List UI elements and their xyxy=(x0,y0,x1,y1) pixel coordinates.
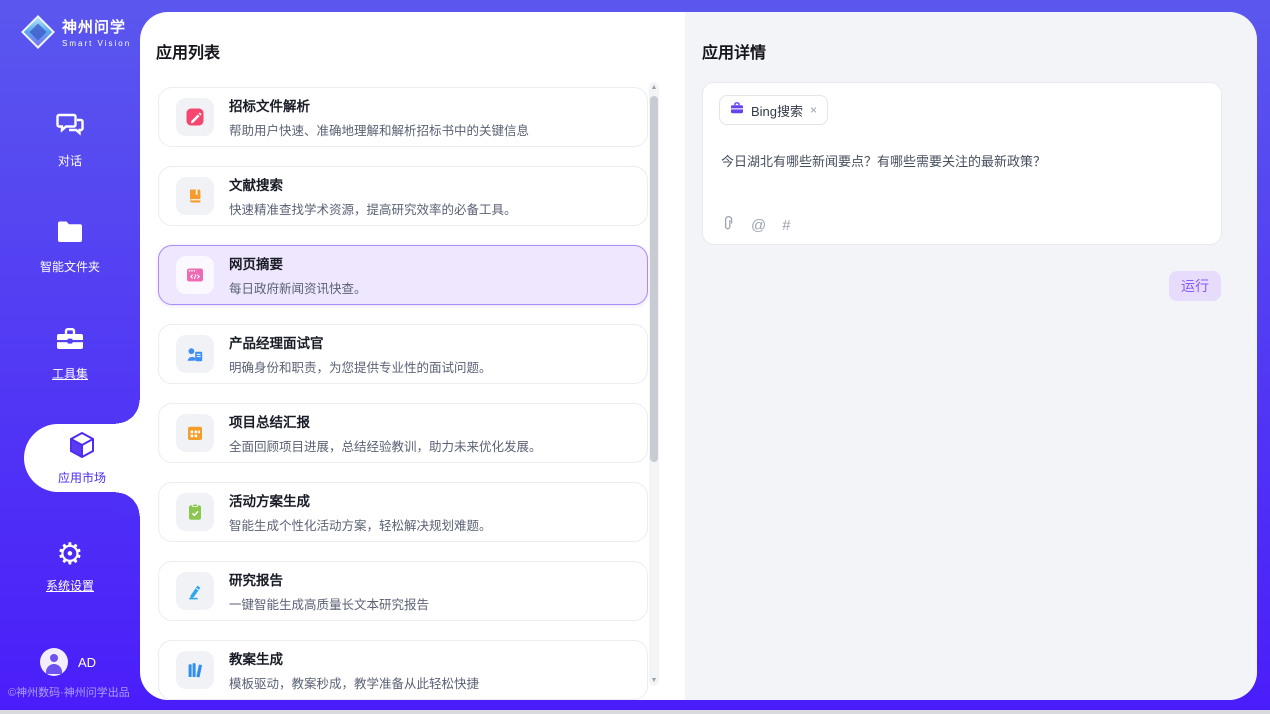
sidebar-item-smart-folder[interactable]: 智能文件夹 xyxy=(0,218,140,275)
query-input[interactable]: 今日湖北有哪些新闻要点？有哪些需要关注的最新政策？ xyxy=(721,151,1201,170)
list-item-selected[interactable]: 网页摘要 每日政府新闻资讯快查。 xyxy=(158,245,648,305)
mention-icon[interactable]: @ xyxy=(751,217,766,234)
app-description: 每日政府新闻资讯快查。 xyxy=(229,278,367,297)
app-title: 招标文件解析 xyxy=(229,95,529,115)
tool-chip-label: Bing搜索 xyxy=(751,101,803,120)
window-bottom-edge xyxy=(0,710,1270,714)
briefcase-icon xyxy=(730,101,744,120)
list-scrollbar[interactable]: ▲ ▼ xyxy=(649,82,659,686)
clipboard-check-icon xyxy=(176,493,214,531)
webpage-code-icon xyxy=(176,256,214,294)
app-description: 模板驱动，教案秒成，教学准备从此轻松快捷 xyxy=(229,673,479,692)
sidebar-item-chat[interactable]: 对话 xyxy=(0,110,140,169)
scroll-down-icon[interactable]: ▼ xyxy=(649,677,659,684)
list-item[interactable]: 活动方案生成 智能生成个性化活动方案，轻松解决规划难题。 xyxy=(158,482,648,542)
bid-document-icon xyxy=(176,98,214,136)
app-title: 项目总结汇报 xyxy=(229,411,542,431)
user-account[interactable]: AD xyxy=(40,648,96,676)
app-title: 产品经理面试官 xyxy=(229,332,492,352)
gear-icon: ⚙ xyxy=(57,540,84,570)
app-detail-panel: 应用详情 Bing搜索 × 今日湖北有哪些新闻要点？有哪些需要关注的最新政策？ xyxy=(685,12,1257,700)
app-window: 神州问学 Smart Vision 对话 智能文件夹 xyxy=(0,0,1270,714)
research-pen-icon xyxy=(176,572,214,610)
app-title: 研究报告 xyxy=(229,569,429,589)
run-button[interactable]: 运行 xyxy=(1169,271,1221,301)
sidebar-item-label: 系统设置 xyxy=(46,577,94,594)
app-description: 一键智能生成高质量长文本研究报告 xyxy=(229,594,429,613)
app-description: 快速精准查找学术资源，提高研究效率的必备工具。 xyxy=(229,199,517,218)
list-item[interactable]: 文献搜索 快速精准查找学术资源，提高研究效率的必备工具。 xyxy=(158,166,648,226)
sidebar-item-label: 应用市场 xyxy=(58,469,106,486)
list-item[interactable]: 产品经理面试官 明确身份和职责，为您提供专业性的面试问题。 xyxy=(158,324,648,384)
sidebar-item-settings[interactable]: ⚙ 系统设置 xyxy=(0,540,140,594)
copyright-footer: ©神州数码·神州问学出品 xyxy=(8,684,130,700)
scrollbar-thumb[interactable] xyxy=(650,96,658,462)
app-description: 帮助用户快速、准确地理解和解析招标书中的关键信息 xyxy=(229,120,529,139)
literature-book-icon xyxy=(176,177,214,215)
sidebar-item-app-market[interactable]: 应用市场 xyxy=(24,424,140,492)
user-initials: AD xyxy=(78,655,96,670)
list-item[interactable]: 研究报告 一键智能生成高质量长文本研究报告 xyxy=(158,561,648,621)
diamond-logo-icon xyxy=(18,12,58,52)
folder-icon xyxy=(54,218,86,251)
interviewer-icon xyxy=(176,335,214,373)
scroll-up-icon[interactable]: ▲ xyxy=(649,84,659,91)
brand-logo: 神州问学 Smart Vision xyxy=(18,12,131,52)
bubble-curve-bottom xyxy=(116,492,140,516)
close-icon[interactable]: × xyxy=(810,103,817,117)
attachment-icon[interactable] xyxy=(721,215,735,236)
content-sheet: 应用列表 招标文件解析 帮助用户快速、准确地理解和解析招标书中的关键信息 xyxy=(140,12,1257,700)
app-title: 文献搜索 xyxy=(229,174,517,194)
app-description: 智能生成个性化活动方案，轻松解决规划难题。 xyxy=(229,515,492,534)
avatar xyxy=(40,648,68,676)
app-description: 明确身份和职责，为您提供专业性的面试问题。 xyxy=(229,357,492,376)
list-item[interactable]: 项目总结汇报 全面回顾项目进展，总结经验教训，助力未来优化发展。 xyxy=(158,403,648,463)
list-item[interactable]: 教案生成 模板驱动，教案秒成，教学准备从此轻松快捷 xyxy=(158,640,648,700)
bubble-curve-top xyxy=(116,400,140,424)
sidebar-item-label: 对话 xyxy=(58,152,82,169)
app-description: 全面回顾项目进展，总结经验教训，助力未来优化发展。 xyxy=(229,436,542,455)
chat-icon xyxy=(54,110,86,145)
list-item[interactable]: 招标文件解析 帮助用户快速、准确地理解和解析招标书中的关键信息 xyxy=(158,87,648,147)
hash-icon[interactable]: # xyxy=(782,217,790,234)
app-list-title: 应用列表 xyxy=(156,39,220,63)
app-title: 网页摘要 xyxy=(229,253,367,273)
calendar-icon xyxy=(176,414,214,452)
sidebar-item-label: 工具集 xyxy=(52,365,88,382)
sidebar-item-toolset[interactable]: 工具集 xyxy=(0,325,140,382)
prompt-card[interactable]: Bing搜索 × 今日湖北有哪些新闻要点？有哪些需要关注的最新政策？ @ # xyxy=(702,82,1222,245)
app-title: 教案生成 xyxy=(229,648,479,668)
sidebar-item-label: 智能文件夹 xyxy=(40,258,100,275)
cube-icon xyxy=(67,430,97,465)
app-detail-title: 应用详情 xyxy=(702,39,766,63)
briefcase-icon xyxy=(54,325,86,358)
composer-toolbar: @ # xyxy=(721,215,807,236)
app-title: 活动方案生成 xyxy=(229,490,492,510)
brand-name: 神州问学 xyxy=(62,16,131,37)
tool-chip-bing-search[interactable]: Bing搜索 × xyxy=(719,95,828,125)
brand-subtitle: Smart Vision xyxy=(62,39,131,48)
books-icon xyxy=(176,651,214,689)
sidebar: 神州问学 Smart Vision 对话 智能文件夹 xyxy=(0,0,140,714)
